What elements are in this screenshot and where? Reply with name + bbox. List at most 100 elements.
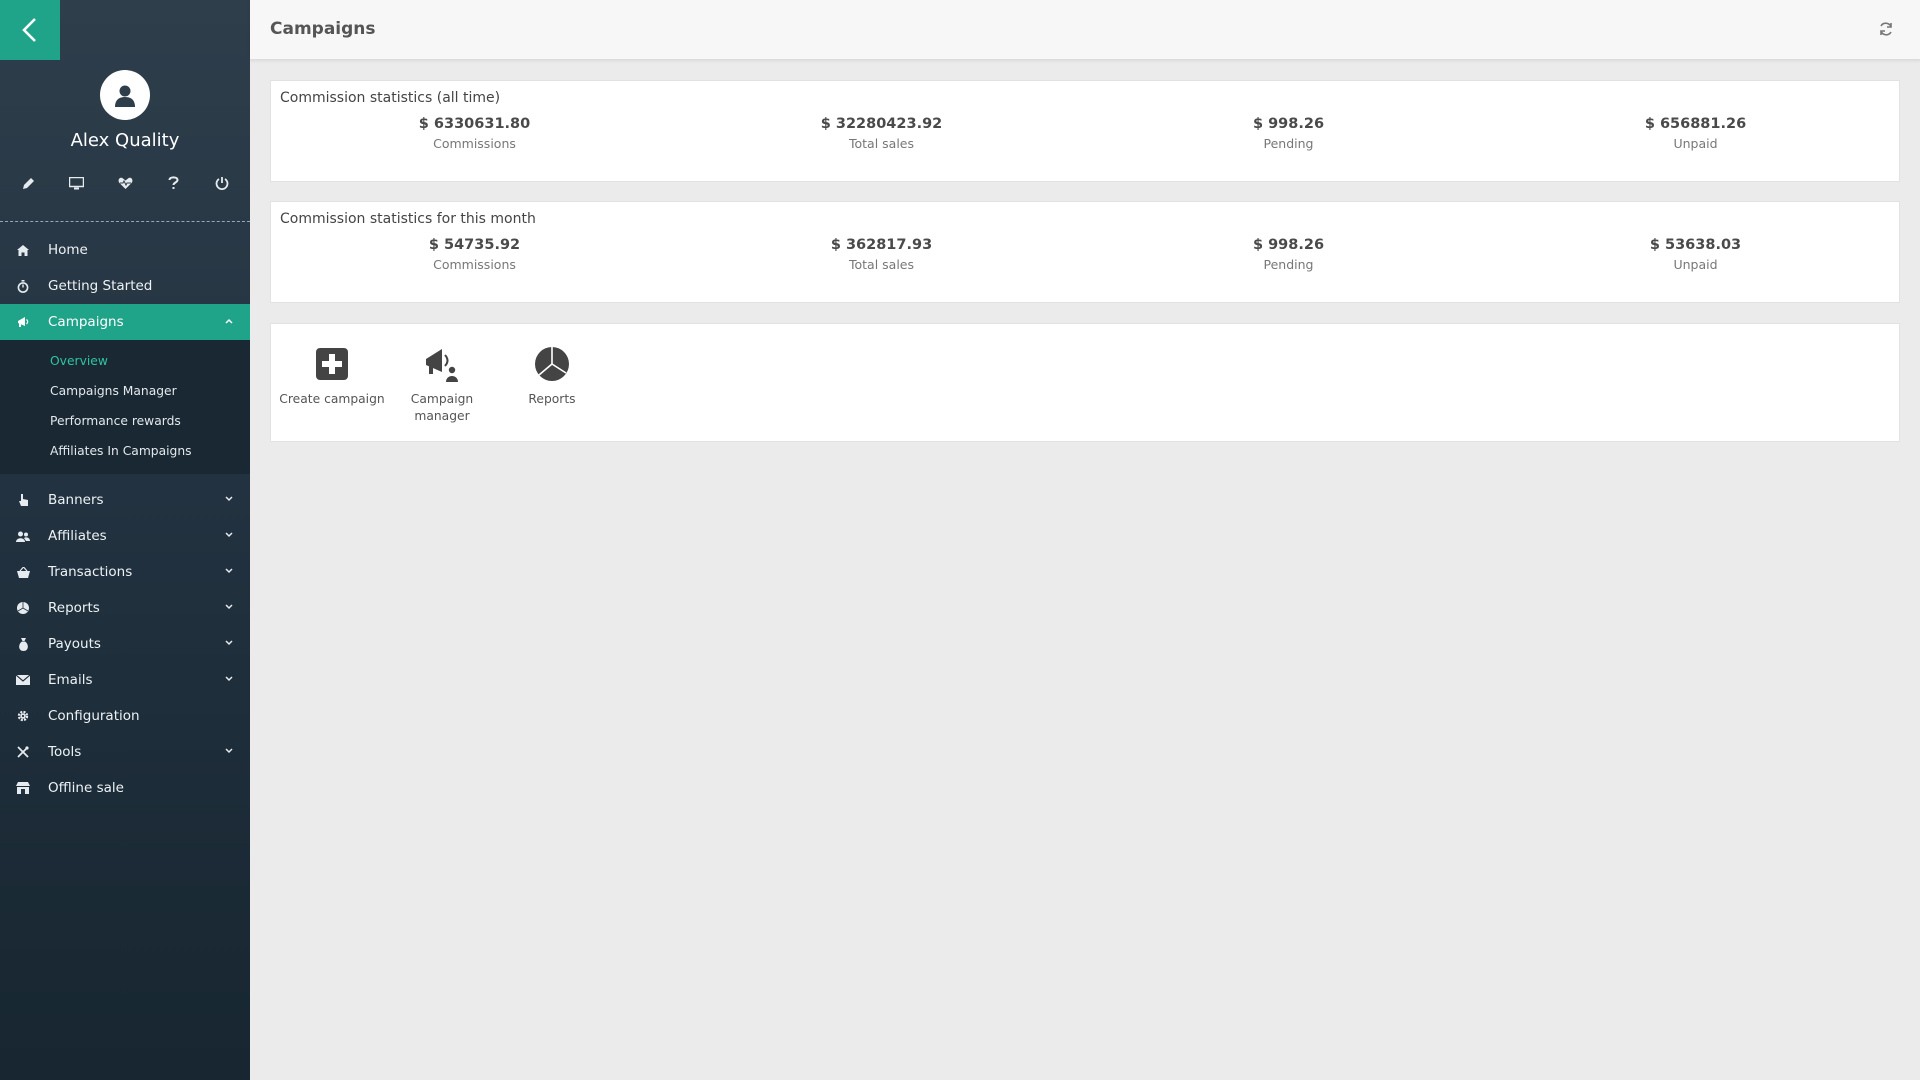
stat-value: $ 54735.92 <box>428 237 521 253</box>
sidebar-item-offline-sale[interactable]: Offline sale <box>0 770 250 806</box>
megaphone-icon <box>16 315 30 329</box>
sidebar-header <box>0 0 250 60</box>
shop-icon <box>16 781 30 795</box>
gear-icon <box>16 709 30 723</box>
stat-total-sales: $ 32280423.92 Total sales <box>678 116 1085 151</box>
stat-pending: $ 998.26 Pending <box>1085 116 1492 151</box>
chevron-down-icon <box>225 640 233 646</box>
sidebar-item-label: Offline sale <box>48 780 124 796</box>
sidebar-item-label: Banners <box>48 492 104 508</box>
back-button[interactable] <box>0 0 60 60</box>
action-label: Campaign manager <box>410 392 474 423</box>
pencil-icon[interactable] <box>18 173 38 193</box>
sidebar-item-payouts[interactable]: Payouts <box>0 626 250 662</box>
chevron-down-icon <box>225 748 233 754</box>
chevron-up-icon <box>225 318 233 324</box>
refresh-icon[interactable] <box>1878 21 1894 37</box>
stat-value: $ 362817.93 <box>830 237 933 253</box>
pie-chart-icon <box>16 601 30 615</box>
monitor-icon[interactable] <box>67 173 87 193</box>
stat-unpaid: $ 53638.03 Unpaid <box>1492 237 1899 272</box>
stat-label: Unpaid <box>1673 136 1718 151</box>
user-profile: Alex Quality <box>0 60 250 151</box>
power-icon[interactable] <box>212 173 232 193</box>
stats-all-time-panel: Commission statistics (all time) $ 63306… <box>270 80 1900 182</box>
money-bag-icon <box>16 637 30 651</box>
heartbeat-icon[interactable] <box>115 173 135 193</box>
chevron-down-icon <box>225 676 233 682</box>
quick-actions <box>0 173 250 203</box>
stat-value: $ 32280423.92 <box>820 116 943 132</box>
stat-label: Pending <box>1263 257 1314 272</box>
sidebar-item-label: Tools <box>48 744 82 760</box>
chevron-down-icon <box>225 604 233 610</box>
sidebar-item-label: Payouts <box>48 636 101 652</box>
chevron-left-icon <box>22 18 36 42</box>
campaigns-submenu: Overview Campaigns Manager Performance r… <box>0 340 250 474</box>
actions-row: Create campaign Campaign manager Reports <box>271 324 1899 425</box>
stat-value: $ 53638.03 <box>1649 237 1742 253</box>
stat-commissions: $ 6330631.80 Commissions <box>271 116 678 151</box>
stats-row: $ 6330631.80 Commissions $ 32280423.92 T… <box>271 116 1899 151</box>
create-campaign-button[interactable]: Create campaign <box>277 346 387 425</box>
basket-icon <box>16 565 30 579</box>
sidebar-item-emails[interactable]: Emails <box>0 662 250 698</box>
sidebar-item-getting-started[interactable]: Getting Started <box>0 268 250 304</box>
stat-label: Total sales <box>848 257 914 272</box>
sidebar-item-banners[interactable]: Banners <box>0 482 250 518</box>
campaign-manager-button[interactable]: Campaign manager <box>387 346 497 425</box>
sidebar-item-transactions[interactable]: Transactions <box>0 554 250 590</box>
avatar[interactable] <box>100 70 150 120</box>
pie-chart-icon <box>534 346 570 382</box>
action-label: Create campaign <box>279 392 385 406</box>
sidebar-item-label: Configuration <box>48 708 140 724</box>
question-icon[interactable] <box>164 173 184 193</box>
sidebar-item-affiliates[interactable]: Affiliates <box>0 518 250 554</box>
sidebar-item-label: Transactions <box>48 564 133 580</box>
stats-month-panel: Commission statistics for this month $ 5… <box>270 201 1900 303</box>
user-icon <box>115 85 135 107</box>
sidebar-item-home[interactable]: Home <box>0 232 250 268</box>
sidebar: Alex Quality Home Getting Started Campai… <box>0 0 250 1080</box>
users-icon <box>16 529 30 543</box>
submenu-item-overview[interactable]: Overview <box>0 346 250 376</box>
sidebar-item-label: Home <box>48 242 88 258</box>
chevron-down-icon <box>225 496 233 502</box>
sidebar-item-tools[interactable]: Tools <box>0 734 250 770</box>
sidebar-item-label: Getting Started <box>48 278 153 294</box>
submenu-item-performance-rewards[interactable]: Performance rewards <box>0 406 250 436</box>
sidebar-item-campaigns[interactable]: Campaigns <box>0 304 250 340</box>
tools-icon <box>16 745 30 759</box>
stat-value: $ 6330631.80 <box>418 116 531 132</box>
stat-label: Commissions <box>433 136 516 151</box>
megaphone-person-icon <box>424 346 460 382</box>
plus-square-icon <box>314 346 350 382</box>
stats-row: $ 54735.92 Commissions $ 362817.93 Total… <box>271 237 1899 272</box>
sidebar-divider <box>0 221 250 222</box>
sidebar-item-label: Reports <box>48 600 100 616</box>
sidebar-item-reports[interactable]: Reports <box>0 590 250 626</box>
sidebar-item-label: Affiliates <box>48 528 107 544</box>
panel-title: Commission statistics for this month <box>280 211 536 227</box>
stopwatch-icon <box>16 279 30 293</box>
submenu-item-affiliates-in-campaigns[interactable]: Affiliates In Campaigns <box>0 436 250 466</box>
home-icon <box>16 243 30 257</box>
stat-unpaid: $ 656881.26 Unpaid <box>1492 116 1899 151</box>
stat-label: Unpaid <box>1673 257 1718 272</box>
main-menu: Home Getting Started Campaigns Overview … <box>0 232 250 806</box>
stat-value: $ 998.26 <box>1252 116 1325 132</box>
stat-pending: $ 998.26 Pending <box>1085 237 1492 272</box>
reports-button[interactable]: Reports <box>497 346 607 425</box>
sidebar-item-configuration[interactable]: Configuration <box>0 698 250 734</box>
submenu-item-campaigns-manager[interactable]: Campaigns Manager <box>0 376 250 406</box>
menu-more: Banners Affiliates Transactions Reports … <box>0 482 250 806</box>
campaign-actions-panel: Create campaign Campaign manager Reports <box>270 323 1900 442</box>
stat-commissions: $ 54735.92 Commissions <box>271 237 678 272</box>
stat-value: $ 656881.26 <box>1644 116 1747 132</box>
stat-label: Pending <box>1263 136 1314 151</box>
action-label: Reports <box>528 392 576 406</box>
stat-label: Total sales <box>848 136 914 151</box>
sidebar-item-label: Campaigns <box>48 314 124 330</box>
panel-title: Commission statistics (all time) <box>280 90 501 106</box>
stat-label: Commissions <box>433 257 516 272</box>
